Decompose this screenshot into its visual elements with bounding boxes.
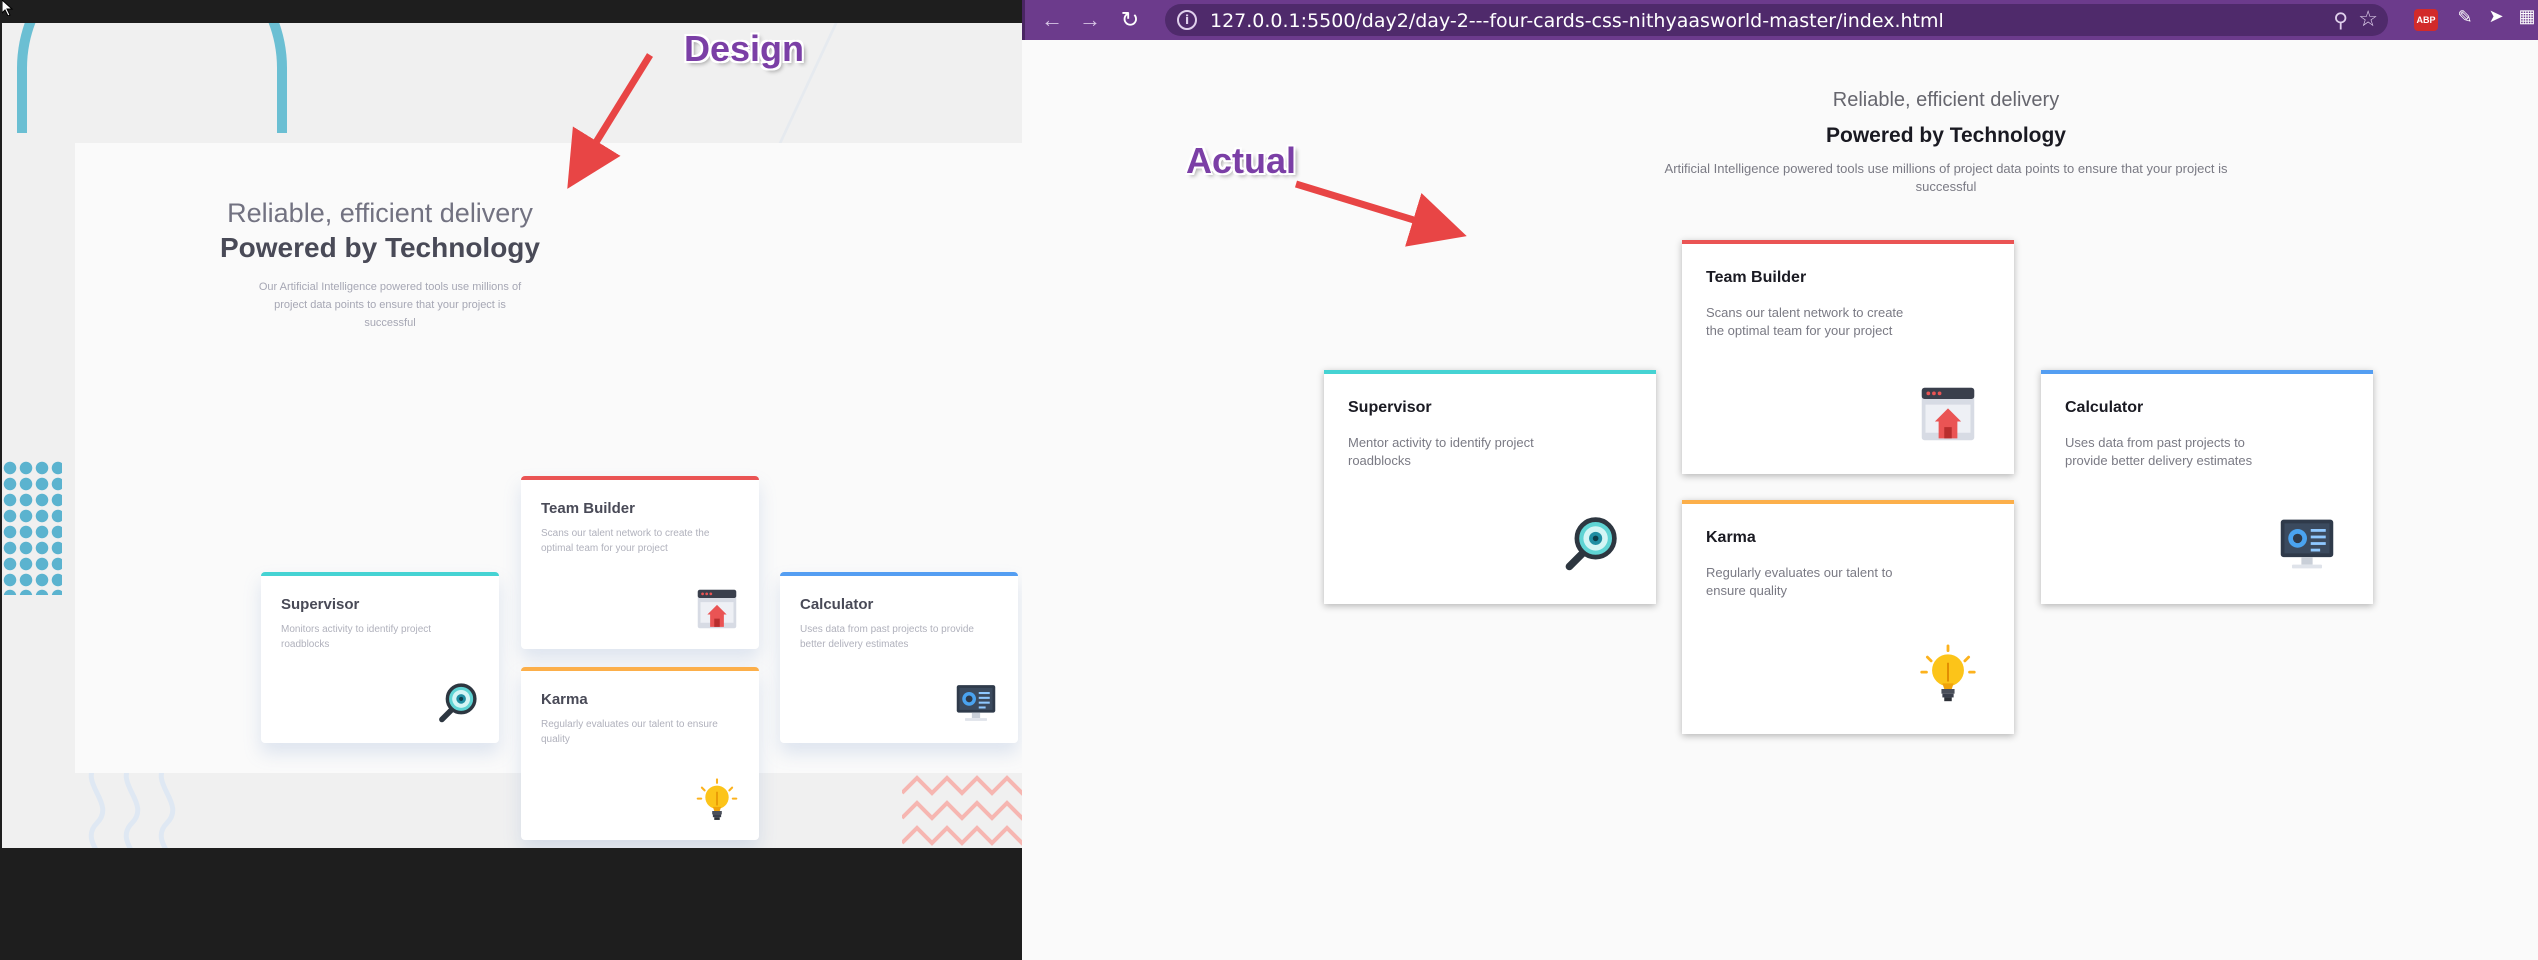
design-card-karma: Karma Regularly evaluates our talent to … [521,667,759,840]
card-title: Calculator [800,596,874,613]
design-description: Our Artificial Intelligence powered tool… [258,281,522,329]
actual-label: Actual [1186,140,1297,181]
info-icon[interactable]: i [1177,10,1197,30]
decorative-dot-grid [2,460,62,595]
cursor-extension-icon[interactable]: ➤ [2484,6,2508,32]
design-subtitle: Reliable, efficient delivery [227,198,533,228]
reload-icon[interactable]: ↻ [1116,6,1144,34]
magnifier-icon [435,681,479,725]
design-card-calculator: Calculator Uses data from past projects … [780,572,1018,743]
card-description: Scans our talent network to create the o… [541,528,710,554]
pen-extension-icon[interactable]: ✎ [2453,7,2477,31]
design-content-panel: Reliable, efficient delivery Powered by … [75,143,1022,840]
card-description: Regularly evaluates our talent to ensure… [1706,565,1893,598]
address-bar[interactable]: i 127.0.0.1:5500/day2/day-2---four-cards… [1165,4,2388,36]
adblock-plus-icon[interactable]: ABP [2414,9,2438,31]
bottom-dark-strip [0,848,1022,960]
decorative-zigzag [902,775,1022,846]
star-icon[interactable]: ☆ [2358,6,2378,32]
actual-card-team-builder: Team Builder Scans our talent network to… [1682,240,2014,474]
back-arrow-icon[interactable]: ← [1038,6,1066,34]
url-text[interactable]: 127.0.0.1:5500/day2/day-2---four-cards-c… [1210,10,1944,32]
card-title: Team Builder [1706,269,1807,286]
design-preview: Reliable, efficient delivery Powered by … [2,23,1022,848]
design-title: Powered by Technology [220,232,540,263]
card-description: Regularly evaluates our talent to ensure… [541,719,718,745]
lightbulb-icon [1918,644,1978,704]
card-description: Mentor activity to identify project road… [1348,435,1534,468]
calculator-monitor-icon [954,681,998,725]
magnifier-icon [1560,514,1620,574]
more-extension-icon[interactable]: ▦ [2515,6,2538,32]
actual-card-calculator: Calculator Uses data from past projects … [2041,370,2373,604]
card-description: Monitors activity to identify project ro… [281,624,432,650]
card-description: Scans our talent network to create the o… [1706,305,1904,338]
actual-card-supervisor: Supervisor Mentor activity to identify p… [1324,370,1656,604]
card-title: Calculator [2065,399,2144,416]
lightbulb-icon [695,778,739,822]
calculator-monitor-icon [2277,514,2337,574]
forward-arrow-icon[interactable]: → [1076,6,1104,34]
card-title: Supervisor [281,596,360,613]
card-description: Uses data from past projects to provide … [2065,435,2253,468]
design-card-team-builder: Team Builder Scans our talent network to… [521,476,759,649]
card-title: Karma [1706,529,1756,546]
decorative-waves [88,763,176,848]
actual-subtitle: Reliable, efficient delivery [1832,89,2060,111]
design-label: Design [684,28,805,69]
team-builder-icon [695,587,739,631]
screenshot-root: Reliable, efficient delivery Powered by … [0,0,2538,960]
team-builder-icon [1918,384,1978,444]
card-title: Team Builder [541,500,635,517]
browser-toolbar: ← → ↻ i 127.0.0.1:5500/day2/day-2---four… [1022,0,2538,40]
zoom-icon[interactable]: ⚲ [2333,8,2348,33]
actual-description: Artificial Intelligence powered tools us… [1664,161,2228,194]
card-title: Supervisor [1348,399,1432,416]
design-card-supervisor: Supervisor Monitors activity to identify… [261,572,499,743]
actual-title: Powered by Technology [1826,124,2066,147]
card-description: Uses data from past projects to provide … [800,624,974,650]
top-dark-strip [0,0,1022,23]
card-title: Karma [541,691,588,708]
mouse-pointer-icon [2,0,14,16]
actual-card-karma: Karma Regularly evaluates our talent to … [1682,500,2014,734]
decorative-arc [17,23,287,133]
